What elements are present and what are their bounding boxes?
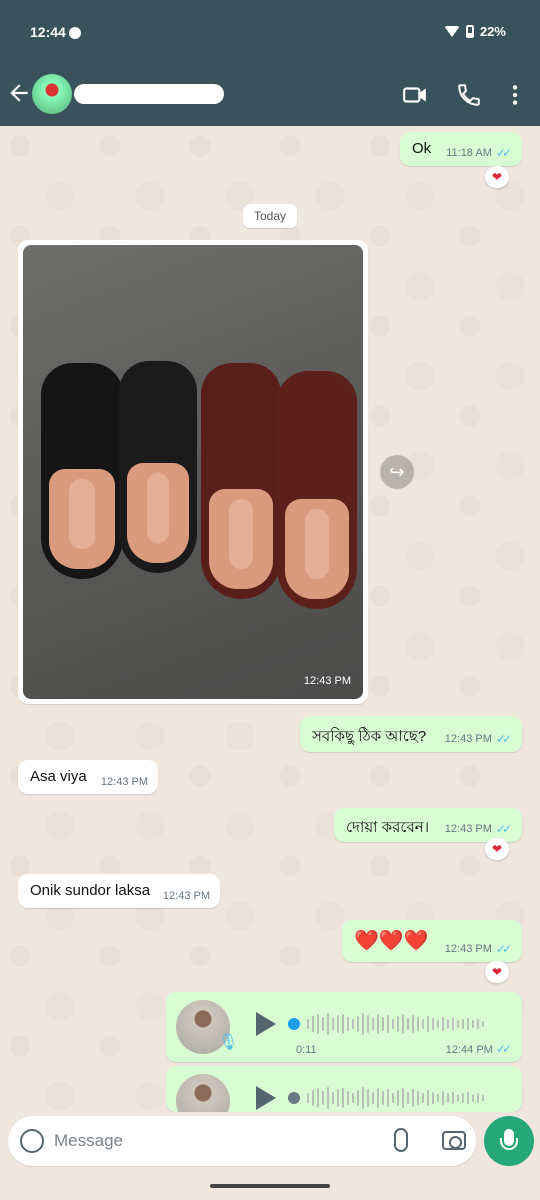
play-button[interactable] [256, 1086, 276, 1110]
voice-record-button[interactable] [484, 1116, 534, 1166]
voice-message[interactable] [166, 1066, 522, 1112]
reaction-heart[interactable]: ❤ [485, 838, 509, 860]
message-outgoing[interactable]: Ok 11:18 AM ✓✓ [400, 132, 522, 166]
wifi-icon [443, 26, 460, 37]
shoes-photo[interactable]: 12:43 PM [23, 245, 363, 699]
contact-name[interactable] [74, 84, 224, 104]
forward-button[interactable]: ↪ [380, 455, 414, 489]
system-nav-bar [0, 1174, 540, 1200]
reaction-heart[interactable]: ❤ [485, 961, 509, 983]
message-meta: 12:43 PM [101, 776, 148, 788]
attach-icon[interactable] [394, 1128, 408, 1152]
message-time: 12:43 PM [303, 675, 351, 687]
voice-message[interactable]: 🎙 0:11 12:44 PM ✓✓ [166, 992, 522, 1062]
more-options-icon[interactable] [502, 82, 528, 108]
battery-icon [465, 25, 474, 38]
status-time: 12:44 [30, 24, 66, 40]
chat-header [0, 62, 540, 126]
reaction-heart[interactable]: ❤ [485, 166, 509, 188]
voice-call-icon[interactable] [456, 82, 482, 108]
message-time: 11:18 AM [446, 147, 492, 159]
message-meta: 12:43 PM ✓✓ [445, 942, 512, 956]
read-ticks-icon: ✓✓ [495, 822, 512, 836]
back-arrow-icon[interactable] [6, 80, 32, 106]
message-time: 12:43 PM [444, 943, 492, 955]
voice-waveform[interactable] [288, 1013, 484, 1035]
message-box[interactable] [8, 1116, 476, 1166]
message-time: 12:44 PM [445, 1044, 493, 1056]
camera-icon[interactable] [442, 1131, 466, 1150]
message-incoming-photo[interactable]: 12:43 PM [18, 240, 368, 704]
message-outgoing[interactable]: ❤️❤️❤️ 12:43 PM ✓✓ [342, 920, 522, 962]
date-divider: Today [243, 204, 297, 228]
message-incoming[interactable]: Onik sundor laksa 12:43 PM [18, 874, 220, 908]
messenger-notification-icon [69, 27, 81, 39]
message-text: ❤️❤️❤️ [354, 930, 429, 952]
seek-handle[interactable] [288, 1018, 300, 1030]
shoe-black-left [41, 363, 123, 579]
status-bar: 12:44 22% [0, 0, 540, 62]
battery-percent: 22% [479, 24, 506, 39]
message-text: Asa viya [30, 768, 87, 785]
shoe-black-right [119, 361, 197, 573]
message-meta: 12:43 PM ✓✓ [445, 822, 512, 836]
read-ticks-icon: ✓✓ [495, 942, 512, 956]
message-meta: 12:43 PM ✓✓ [445, 732, 512, 746]
shoe-brown-right [277, 371, 357, 609]
read-ticks-icon: ✓✓ [495, 1042, 512, 1056]
home-gesture-handle[interactable] [210, 1184, 330, 1188]
shoe-brown-left [201, 363, 281, 599]
video-call-icon[interactable] [402, 82, 428, 108]
contact-avatar[interactable] [32, 74, 72, 114]
message-text: Ok [412, 140, 432, 157]
message-time: 12:43 PM [162, 890, 210, 902]
seek-handle[interactable] [288, 1092, 300, 1104]
composer-bar [0, 1112, 540, 1174]
message-text: Onik sundor laksa [30, 882, 151, 899]
emoji-sticker-icon[interactable] [20, 1129, 44, 1153]
play-button[interactable] [256, 1012, 276, 1036]
mic-badge-icon: 🎙 [218, 1034, 239, 1051]
message-outgoing[interactable]: দোয়া করবেন। 12:43 PM ✓✓ [334, 808, 522, 842]
message-incoming[interactable]: Asa viya 12:43 PM [18, 760, 158, 794]
voice-waveform[interactable] [288, 1087, 484, 1109]
message-meta: 12:43 PM [163, 890, 210, 902]
message-outgoing[interactable]: সবকিছু ঠিক আছে? 12:43 PM ✓✓ [300, 716, 522, 752]
message-time: 12:43 PM [444, 823, 492, 835]
message-text: সবকিছু ঠিক আছে? [312, 728, 427, 745]
message-time: 12:43 PM [444, 733, 492, 745]
message-text: দোয়া করবেন। [346, 819, 430, 836]
message-meta: 12:44 PM ✓✓ [446, 1042, 512, 1056]
status-indicators: 22% [443, 24, 506, 39]
read-ticks-icon: ✓✓ [495, 146, 512, 160]
read-ticks-icon: ✓✓ [495, 732, 512, 746]
message-input[interactable] [52, 1124, 372, 1158]
message-time: 12:43 PM [100, 776, 148, 788]
message-meta: 11:18 AM ✓✓ [446, 146, 512, 160]
voice-duration: 0:11 [296, 1044, 317, 1056]
sender-avatar [176, 1074, 230, 1112]
